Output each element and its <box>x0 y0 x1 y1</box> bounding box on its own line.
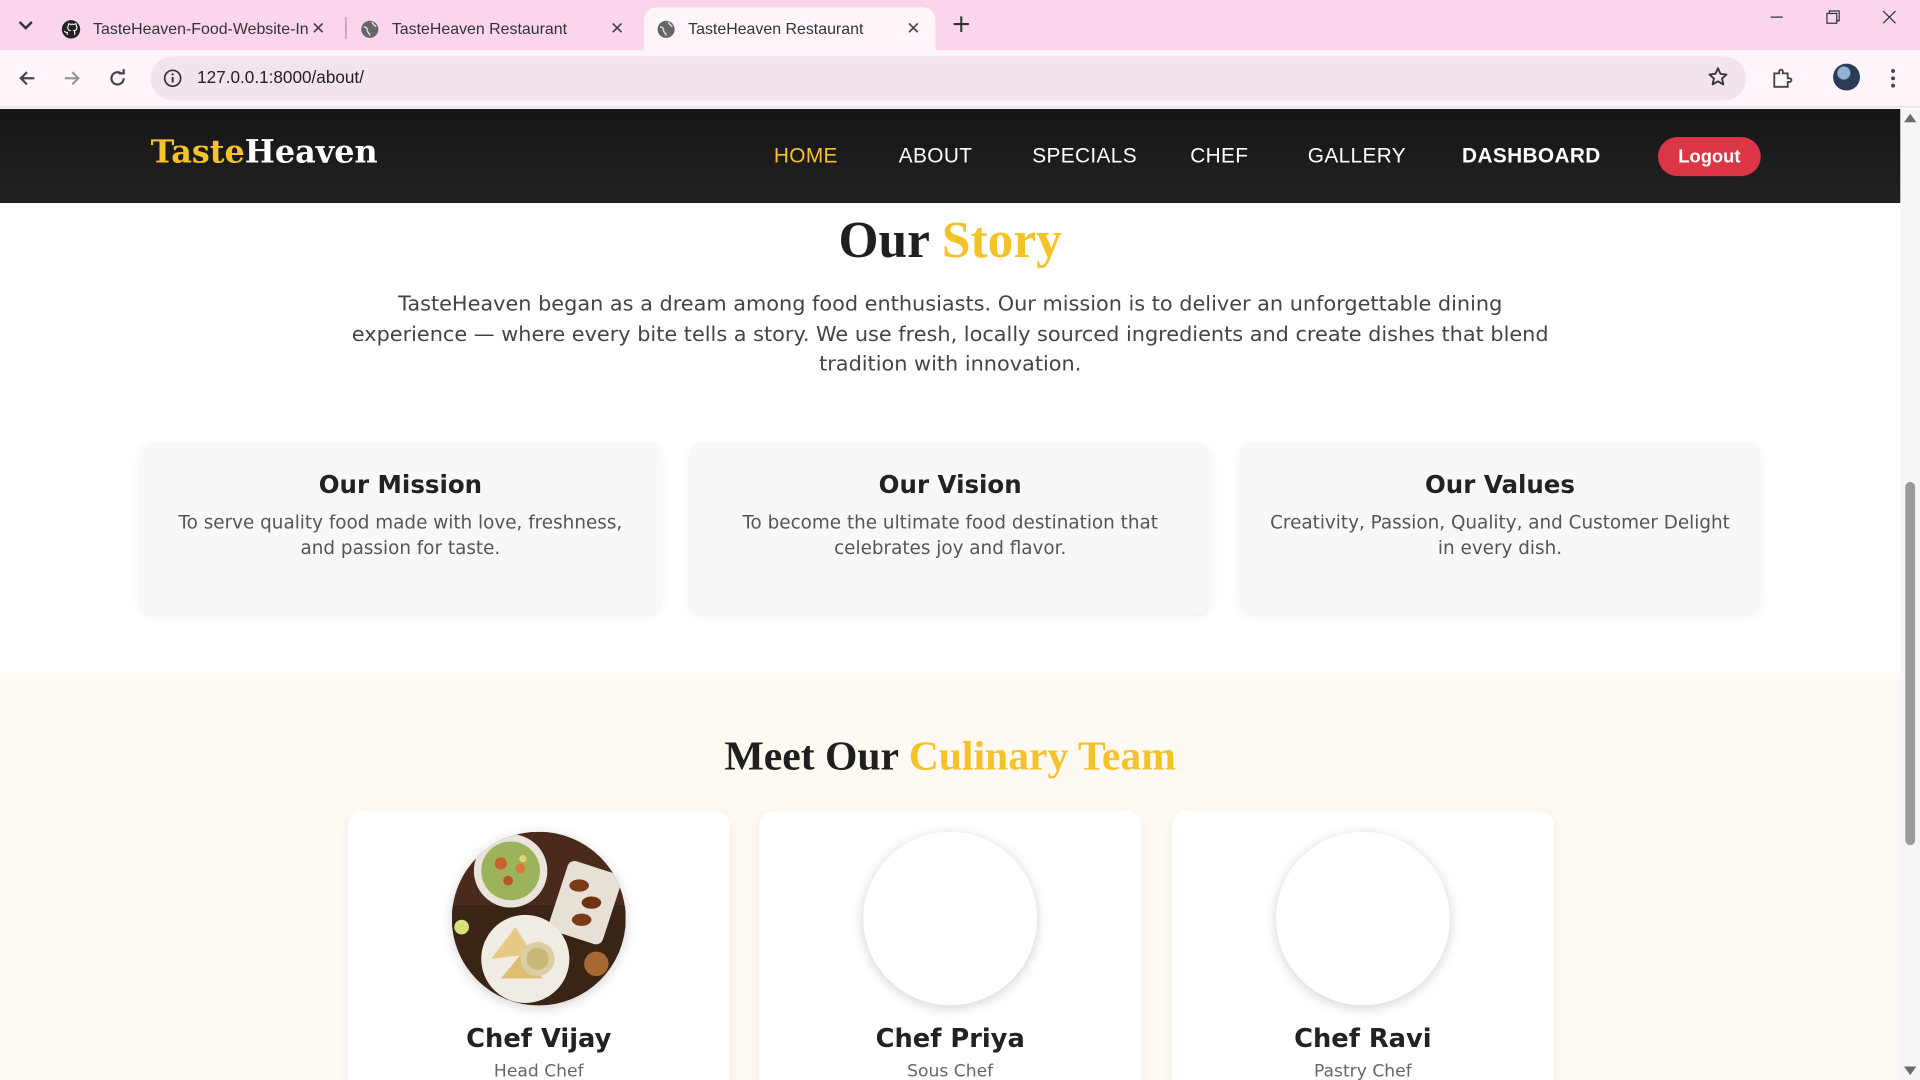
site-info-icon[interactable] <box>163 68 183 88</box>
nav-dashboard[interactable]: DASHBOARD <box>1462 144 1601 168</box>
close-icon <box>1882 10 1896 24</box>
chef-photo <box>451 831 626 1006</box>
tab-strip: TasteHeaven-Food-Website-In-Dj ✕ TasteHe… <box>0 0 1920 51</box>
chef-photo <box>1275 831 1450 1006</box>
forward-button[interactable] <box>58 64 87 93</box>
page-viewport: TasteHeaven HOME ABOUT SPECIALS CHEF GAL… <box>0 108 1901 1080</box>
url-text[interactable]: 127.0.0.1:8000/about/ <box>197 67 364 87</box>
chevron-down-icon <box>18 21 33 30</box>
close-tab-icon[interactable]: ✕ <box>607 18 627 39</box>
more-vertical-icon <box>1891 68 1896 88</box>
close-window-button[interactable] <box>1861 10 1917 39</box>
scrollbar-thumb[interactable] <box>1905 481 1916 846</box>
team-section: Meet Our Culinary Team Chef Vijay Head C… <box>0 672 1901 1080</box>
chef-name: Chef Priya <box>875 1023 1025 1054</box>
tab-separator <box>345 17 347 40</box>
site-logo[interactable]: TasteHeaven <box>151 135 378 172</box>
chef-role: Pastry Chef <box>1313 1061 1412 1080</box>
arrow-left-icon <box>19 71 35 86</box>
chef-name: Chef Vijay <box>466 1023 612 1054</box>
card-title: Our Mission <box>318 469 483 500</box>
nav-specials[interactable]: SPECIALS <box>1032 144 1137 168</box>
minimize-button[interactable] <box>1749 10 1805 39</box>
nav-chef[interactable]: CHEF <box>1190 144 1248 168</box>
card-text: To become the ultimate food destination … <box>742 511 1158 559</box>
tab-restaurant-1[interactable]: TasteHeaven Restaurant ✕ <box>348 7 639 50</box>
puzzle-icon <box>1773 68 1793 88</box>
mission-card: Our Mission To serve quality food made w… <box>139 441 662 613</box>
card-text: To serve quality food made with love, fr… <box>178 511 623 559</box>
tab-title: TasteHeaven-Food-Website-In-Dj <box>93 19 309 38</box>
team-heading: Meet Our Culinary Team <box>0 734 1900 780</box>
reload-button[interactable] <box>103 64 132 93</box>
restore-icon <box>1826 10 1840 24</box>
tab-search-button[interactable] <box>11 11 40 40</box>
browser-toolbar: 127.0.0.1:8000/about/ <box>0 50 1920 108</box>
logo-taste: Taste <box>150 134 245 172</box>
vision-card: Our Vision To become the ultimate food d… <box>689 441 1212 613</box>
profile-avatar[interactable] <box>1833 63 1860 91</box>
site-navbar: TasteHeaven HOME ABOUT SPECIALS CHEF GAL… <box>0 108 1901 204</box>
globe-icon <box>361 20 379 38</box>
address-bar[interactable]: 127.0.0.1:8000/about/ <box>150 56 1747 101</box>
chef-role: Head Chef <box>493 1061 584 1080</box>
team-heading-part1: Meet Our <box>724 733 899 780</box>
card-title: Our Vision <box>878 469 1022 500</box>
arrow-right-icon <box>64 71 80 86</box>
tab-github[interactable]: TasteHeaven-Food-Website-In-Dj ✕ <box>49 7 340 50</box>
globe-icon <box>657 20 675 38</box>
browser-menu-button[interactable] <box>1878 64 1907 93</box>
story-heading: Our Story <box>0 212 1900 271</box>
page-scrollbar[interactable] <box>1900 108 1920 1080</box>
nav-about[interactable]: ABOUT <box>899 144 973 168</box>
restore-button[interactable] <box>1805 10 1861 39</box>
chef-card: Chef Vijay Head Chef <box>347 810 730 1080</box>
bookmark-star-icon[interactable] <box>1707 66 1729 88</box>
new-tab-button[interactable]: + <box>948 11 975 38</box>
github-icon <box>61 19 81 38</box>
values-card: Our Values Creativity, Passion, Quality,… <box>1239 441 1761 613</box>
tab-restaurant-active[interactable]: TasteHeaven Restaurant ✕ <box>644 7 936 51</box>
team-heading-highlight: Culinary Team <box>908 733 1176 780</box>
extensions-button[interactable] <box>1767 64 1796 93</box>
logout-button[interactable]: Logout <box>1657 136 1761 177</box>
close-tab-icon[interactable]: ✕ <box>309 18 329 39</box>
card-title: Our Values <box>1424 469 1575 500</box>
chef-role: Sous Chef <box>907 1061 994 1080</box>
logo-heaven: Heaven <box>244 134 378 172</box>
food-platter-image <box>451 831 626 1006</box>
chef-photo <box>863 831 1038 1006</box>
scroll-up-arrow-icon[interactable] <box>1904 113 1917 123</box>
nav-gallery[interactable]: GALLERY <box>1308 144 1406 168</box>
minimize-icon <box>1770 16 1783 18</box>
scroll-down-arrow-icon[interactable] <box>1904 1066 1917 1076</box>
reload-icon <box>110 69 125 86</box>
tab-title: TasteHeaven Restaurant <box>688 19 864 38</box>
chef-card: Chef Priya Sous Chef <box>759 810 1142 1080</box>
story-text: TasteHeaven began as a dream among food … <box>351 292 1549 377</box>
card-text: Creativity, Passion, Quality, and Custom… <box>1270 511 1730 559</box>
chef-card: Chef Ravi Pastry Chef <box>1171 810 1554 1080</box>
nav-home[interactable]: HOME <box>774 144 838 168</box>
story-heading-highlight: Story <box>941 212 1062 270</box>
close-tab-icon[interactable]: ✕ <box>904 18 924 39</box>
back-button[interactable] <box>12 64 41 93</box>
tab-title: TasteHeaven Restaurant <box>391 19 568 38</box>
story-heading-part1: Our <box>838 212 930 270</box>
chef-name: Chef Ravi <box>1294 1023 1432 1054</box>
